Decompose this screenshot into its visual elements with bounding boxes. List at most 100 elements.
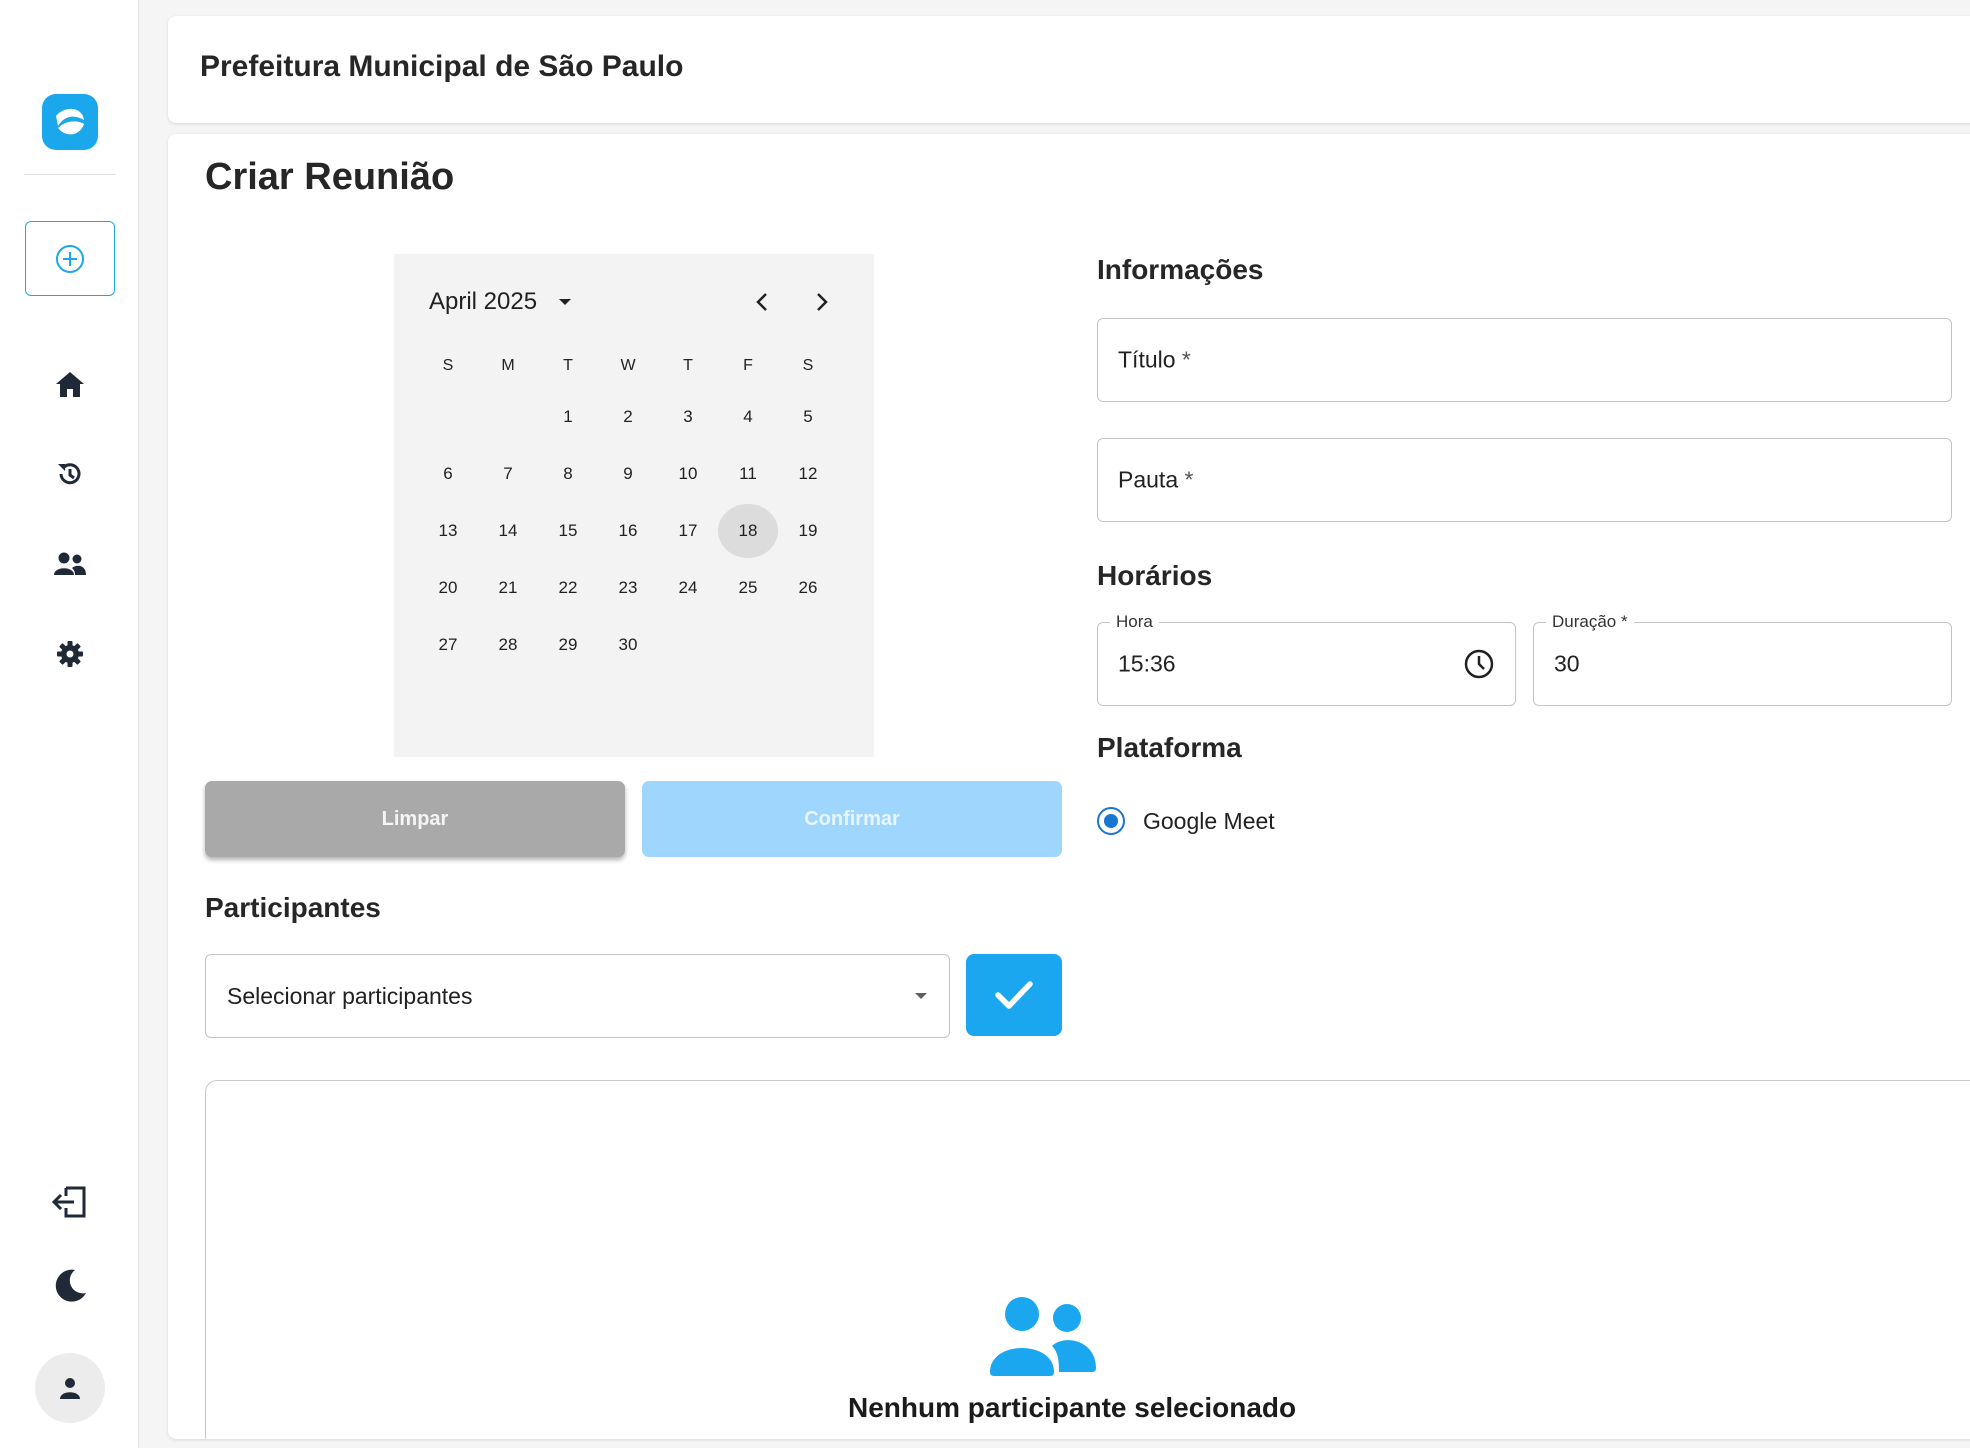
chevron-left-icon <box>756 293 767 311</box>
calendar-day[interactable]: 24 <box>658 561 718 615</box>
calendar-day[interactable]: 6 <box>418 447 478 501</box>
next-month-button[interactable] <box>804 284 840 320</box>
duration-field-value: 30 <box>1554 650 1580 677</box>
dark-mode-toggle[interactable] <box>50 1266 90 1306</box>
duration-field[interactable]: Duração * 30 <box>1533 612 1952 706</box>
calendar-day[interactable]: 12 <box>778 447 838 501</box>
history-icon <box>58 463 81 485</box>
calendar-day[interactable]: 29 <box>538 618 598 672</box>
calendar-day[interactable]: 27 <box>418 618 478 672</box>
agenda-field[interactable]: Pauta * <box>1097 438 1952 522</box>
calendar-day[interactable]: 10 <box>658 447 718 501</box>
schedule-section-title: Horários <box>1097 560 1213 591</box>
calendar-day[interactable]: 26 <box>778 561 838 615</box>
calendar-grid: S M T W T F S 1 2 3 4 5 6 7 8 9 10 11 12 13 14 15 16 17 18 19 20 21… <box>418 344 838 673</box>
home-icon <box>56 372 84 397</box>
chevron-right-icon <box>817 293 828 311</box>
required-mark: * <box>1181 346 1191 373</box>
date-calendar: April 2025 S M T W T F S 1 2 3 4 5 6 7 8 9 10 11 12 13 14 15 1… <box>394 254 874 757</box>
calendar-day[interactable]: 22 <box>538 561 598 615</box>
calendar-day[interactable]: 3 <box>658 390 718 444</box>
calendar-week-row: 27 28 29 30 <box>418 616 838 673</box>
calendar-day[interactable]: 17 <box>658 504 718 558</box>
weekday-label: T <box>683 357 693 374</box>
calendar-day[interactable]: 20 <box>418 561 478 615</box>
clock-icon[interactable] <box>1463 648 1495 680</box>
participants-select-placeholder: Selecionar participantes <box>227 982 473 1009</box>
calendar-day[interactable]: 28 <box>478 618 538 672</box>
title-field[interactable]: Título * <box>1097 318 1952 402</box>
calendar-day[interactable]: 2 <box>598 390 658 444</box>
sidebar <box>0 0 139 1448</box>
page-title: Criar Reunião <box>205 156 455 198</box>
time-field-label: Hora <box>1110 612 1159 632</box>
new-meeting-button[interactable] <box>25 221 115 296</box>
info-section-title: Informações <box>1097 254 1264 285</box>
weekday-label: S <box>802 357 814 374</box>
calendar-week-row: 6 7 8 9 10 11 12 <box>418 445 838 502</box>
sidebar-divider <box>24 174 116 175</box>
calendar-week-row: 13 14 15 16 17 18 19 <box>418 502 838 559</box>
calendar-day[interactable]: 21 <box>478 561 538 615</box>
leaf-logo-icon <box>56 108 84 135</box>
calendar-empty-cell <box>778 618 838 672</box>
month-selector[interactable]: April 2025 <box>429 288 573 316</box>
weekday-label: W <box>620 357 636 374</box>
logout-button[interactable] <box>50 1182 90 1222</box>
calendar-day[interactable]: 23 <box>598 561 658 615</box>
weekday-header-row: SMTWTFS <box>418 344 838 388</box>
calendar-day[interactable]: 16 <box>598 504 658 558</box>
sidebar-item-home[interactable] <box>50 364 90 404</box>
platform-section-title: Plataforma <box>1097 732 1242 763</box>
calendar-day[interactable]: 7 <box>478 447 538 501</box>
calendar-day[interactable]: 15 <box>538 504 598 558</box>
app-logo[interactable] <box>42 94 98 150</box>
user-icon <box>60 1378 80 1399</box>
calendar-day[interactable]: 5 <box>778 390 838 444</box>
add-participants-button[interactable] <box>966 954 1062 1036</box>
sidebar-item-users[interactable] <box>50 544 90 584</box>
google-meet-label: Google Meet <box>1143 807 1275 834</box>
caret-down-icon <box>915 993 927 999</box>
gear-icon <box>57 641 83 667</box>
create-meeting-panel: Criar Reunião April 2025 SMTWTFS12345678… <box>168 134 1970 1439</box>
required-mark: * <box>1184 466 1194 493</box>
clear-button[interactable]: Limpar <box>205 781 625 857</box>
users-group-icon <box>990 1297 1096 1376</box>
time-field[interactable]: Hora 15:36 <box>1097 612 1516 706</box>
calendar-day[interactable]: 14 <box>478 504 538 558</box>
check-icon <box>995 981 1033 1009</box>
sidebar-item-history[interactable] <box>50 454 90 494</box>
selected-participants-list <box>205 1080 1970 1439</box>
moon-icon <box>55 1269 86 1302</box>
calendar-day[interactable]: 4 <box>718 390 778 444</box>
calendar-day[interactable]: 8 <box>538 447 598 501</box>
calendar-empty-cell <box>718 618 778 672</box>
calendar-day[interactable]: 13 <box>418 504 478 558</box>
weekday-label: S <box>442 357 454 374</box>
required-mark: * <box>1621 612 1628 631</box>
sidebar-item-settings[interactable] <box>50 634 90 674</box>
confirm-button[interactable]: Confirmar <box>642 781 1062 857</box>
calendar-day-selected[interactable]: 18 <box>718 503 778 558</box>
title-field-label: Título <box>1118 346 1176 373</box>
calendar-empty-cell <box>418 390 478 444</box>
calendar-day[interactable]: 9 <box>598 447 658 501</box>
platform-google-meet-option[interactable]: Google Meet <box>1097 807 1275 835</box>
calendar-day[interactable]: 1 <box>538 390 598 444</box>
calendar-week-row: 20 21 22 23 24 25 26 <box>418 559 838 616</box>
google-meet-radio[interactable] <box>1097 807 1125 835</box>
organization-title: Prefeitura Municipal de São Paulo <box>200 50 684 83</box>
header-bar: Prefeitura Municipal de São Paulo <box>168 16 1970 123</box>
calendar-empty-cell <box>478 390 538 444</box>
previous-month-button[interactable] <box>744 284 780 320</box>
month-label: April 2025 <box>429 288 538 315</box>
calendar-day[interactable]: 30 <box>598 618 658 672</box>
participants-select[interactable]: Selecionar participantes <box>205 954 950 1038</box>
calendar-day[interactable]: 11 <box>718 447 778 501</box>
calendar-week-row: 12345 <box>418 388 838 445</box>
calendar-day[interactable]: 25 <box>718 561 778 615</box>
user-avatar[interactable] <box>35 1353 105 1423</box>
calendar-day[interactable]: 19 <box>778 504 838 558</box>
calendar-empty-cell <box>658 618 718 672</box>
